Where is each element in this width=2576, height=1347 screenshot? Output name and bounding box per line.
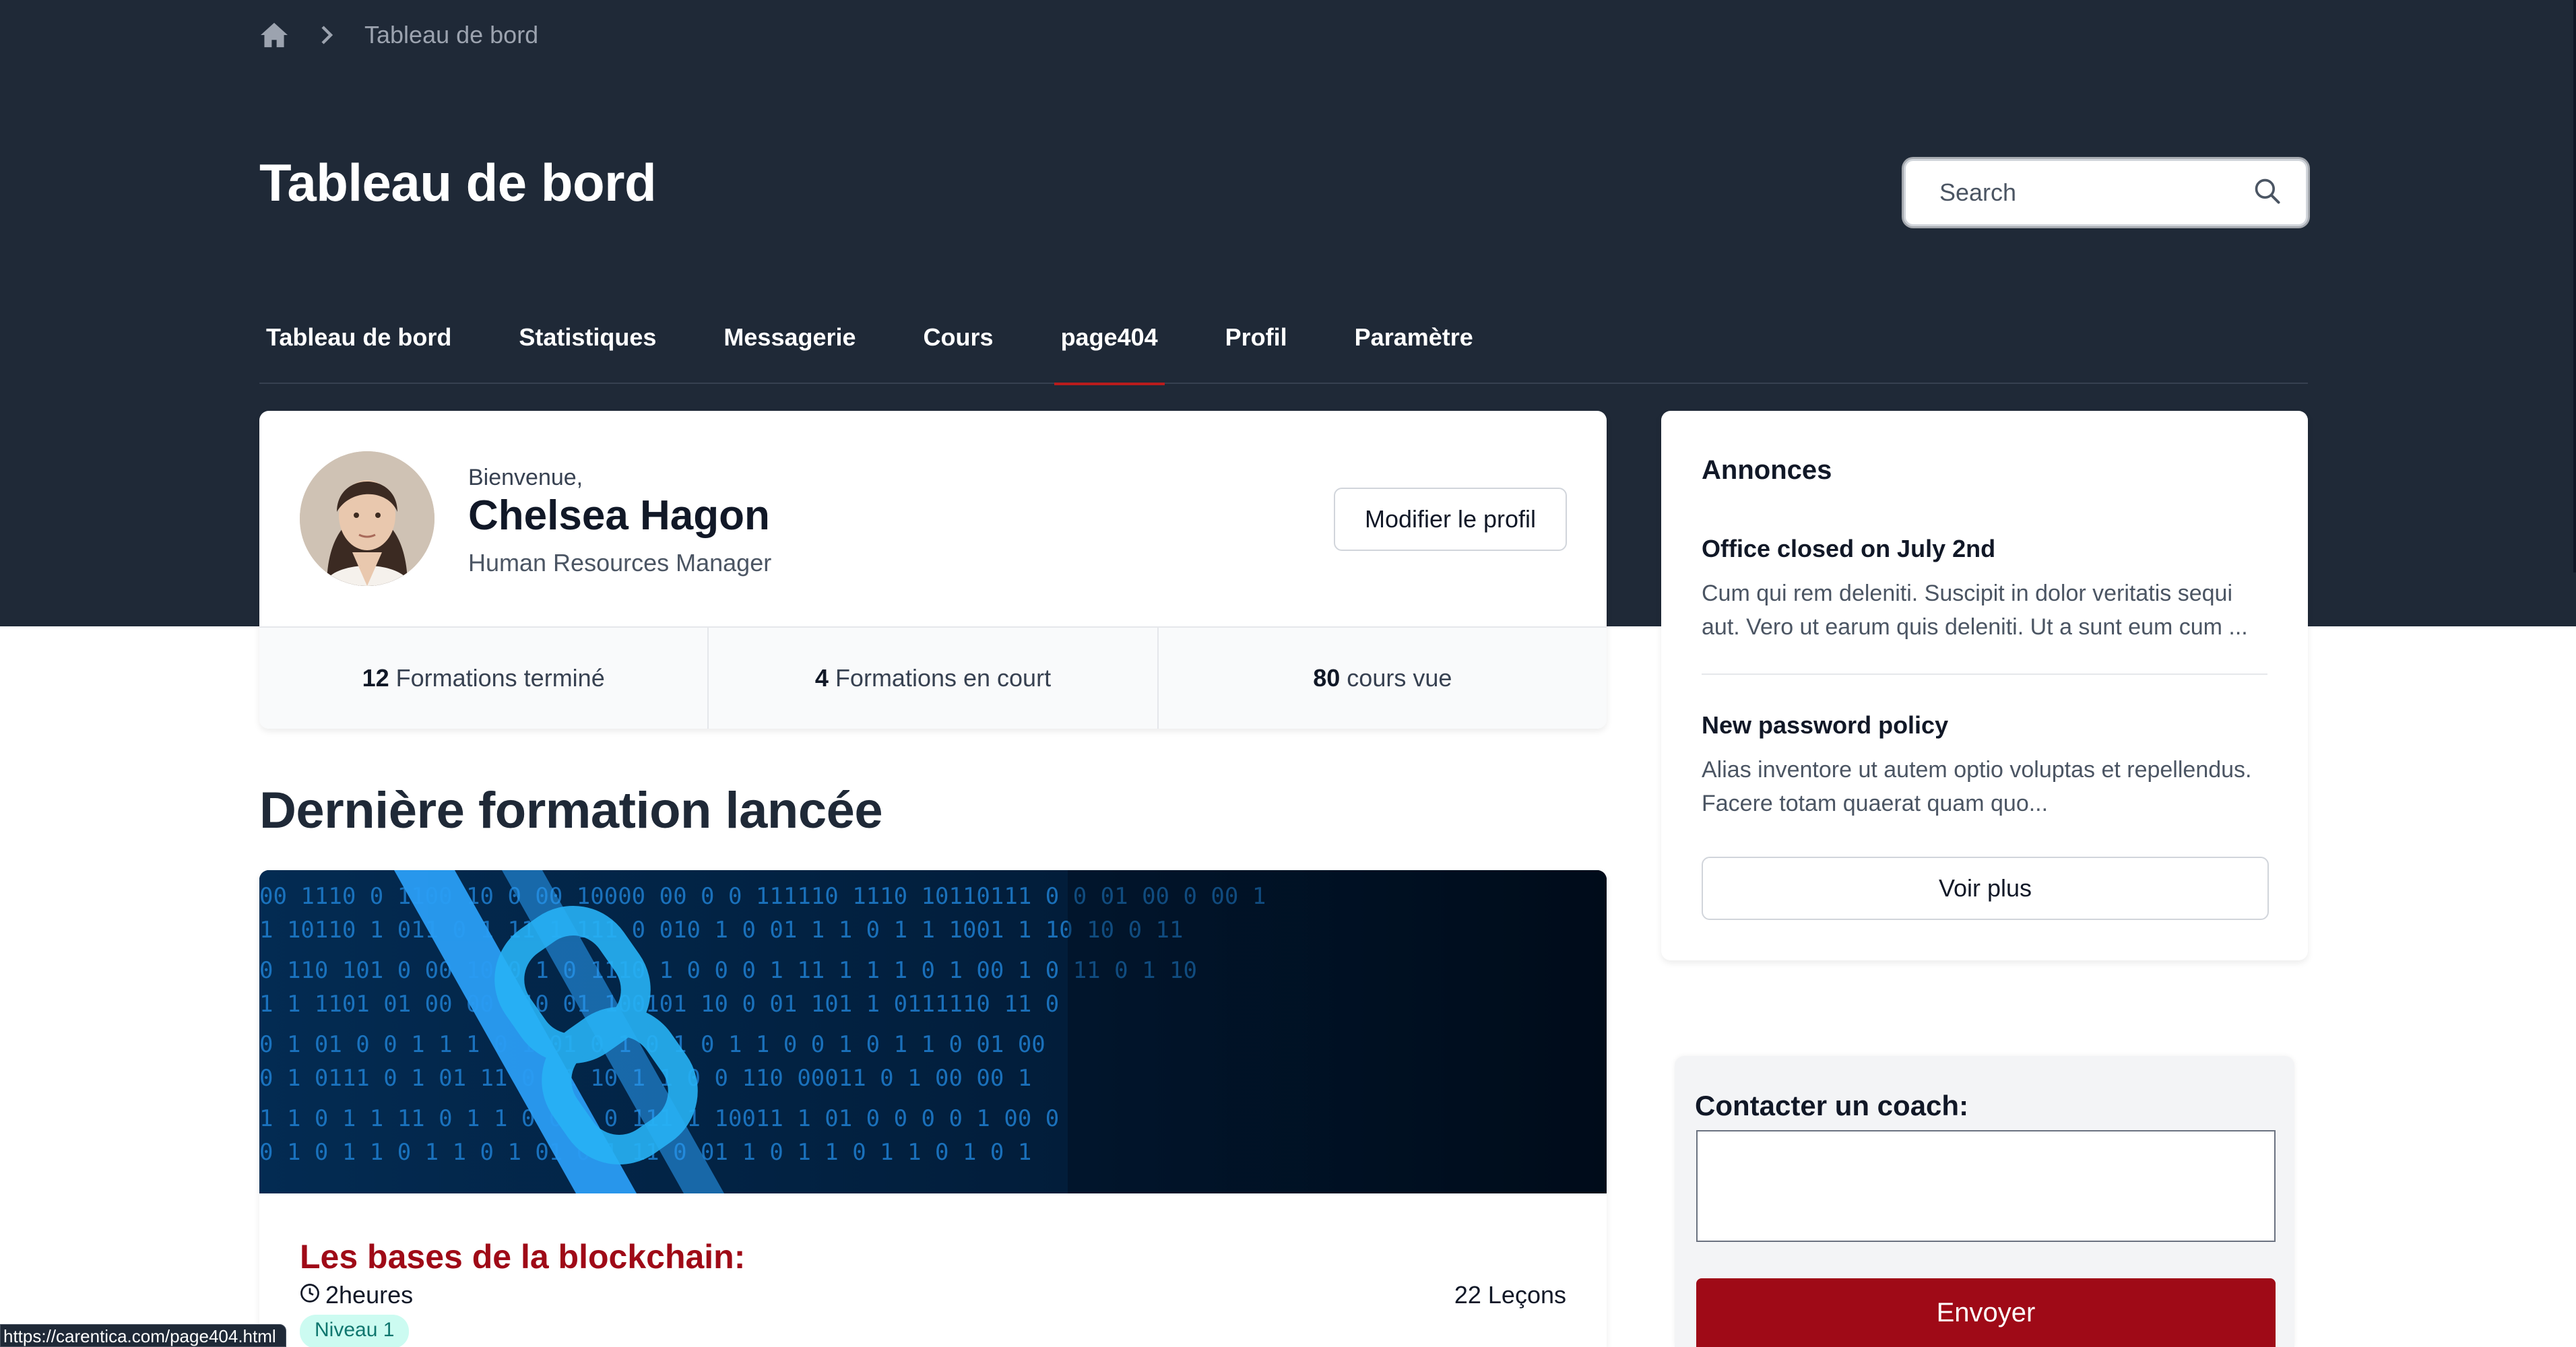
coach-message-field[interactable] xyxy=(1696,1130,2276,1242)
announcement-item[interactable]: Office closed on July 2nd Cum qui rem de… xyxy=(1702,535,2267,644)
tab-statistiques[interactable]: Statistiques xyxy=(519,317,656,384)
coach-label: Contacter un coach: xyxy=(1695,1090,1969,1121)
stat-label: cours vue xyxy=(1347,664,1452,692)
divider xyxy=(1702,674,2267,675)
welcome-text: Bienvenue, xyxy=(468,465,583,490)
svg-text:0 110 101 0 00 10 0 1 0 1110 1: 0 110 101 0 00 10 0 1 0 1110 1 0 0 0 1 1… xyxy=(259,957,1197,984)
main-nav: Tableau de bord Statistiques Messagerie … xyxy=(259,317,2308,385)
tab-cours[interactable]: Cours xyxy=(924,317,994,384)
edit-profile-button[interactable]: Modifier le profil xyxy=(1334,488,1567,551)
level-badge: Niveau 1 xyxy=(300,1315,410,1347)
announcement-title[interactable]: New password policy xyxy=(1702,711,2267,740)
page-title: Tableau de bord xyxy=(259,153,657,212)
announcements-heading: Annonces xyxy=(1702,455,1832,485)
stat-completed: 12 Formations terminé xyxy=(259,628,709,729)
avatar xyxy=(300,451,434,586)
stat-value: 4 xyxy=(814,664,829,692)
search-icon[interactable] xyxy=(2253,176,2282,209)
search-input[interactable] xyxy=(1939,178,2253,207)
breadcrumb-current[interactable]: Tableau de bord xyxy=(364,21,538,49)
profile-card: Bienvenue, Chelsea Hagon Human Resources… xyxy=(259,411,1607,729)
stat-viewed: 80 cours vue xyxy=(1159,628,1607,729)
user-role: Human Resources Manager xyxy=(468,549,772,577)
course-image: 00 1110 0 1100 10 0 00 10000 00 0 0 1111… xyxy=(259,870,1607,1193)
announcement-text: Alias inventore ut autem optio voluptas … xyxy=(1702,757,2252,816)
user-name: Chelsea Hagon xyxy=(468,492,770,539)
contact-coach-form: Contacter un coach: Envoyer xyxy=(1675,1056,2294,1347)
stat-value: 80 xyxy=(1313,664,1341,692)
course-duration-text: 2heures xyxy=(325,1281,414,1309)
announcements-card: Annonces Office closed on July 2nd Cum q… xyxy=(1661,411,2308,960)
send-button[interactable]: Envoyer xyxy=(1696,1278,2276,1347)
tab-parametre[interactable]: Paramètre xyxy=(1355,317,1473,384)
status-bar-url: https://carentica.com/page404.html xyxy=(0,1324,286,1347)
svg-text:1 1 1101 01 00 00 110 01 10010: 1 1 1101 01 00 00 110 01 100101 10 0 01 … xyxy=(259,991,1059,1018)
announcement-title[interactable]: Office closed on July 2nd xyxy=(1702,535,2267,563)
course-duration: 2heures xyxy=(300,1281,413,1309)
tab-page404[interactable]: page404 xyxy=(1054,317,1165,385)
search-box[interactable] xyxy=(1904,159,2308,226)
scrollbar[interactable] xyxy=(2573,0,2576,572)
course-card[interactable]: 00 1110 0 1100 10 0 00 10000 00 0 0 1111… xyxy=(259,870,1607,1347)
tab-messagerie[interactable]: Messagerie xyxy=(723,317,856,384)
chevron-right-icon xyxy=(320,26,333,44)
tab-profil[interactable]: Profil xyxy=(1225,317,1287,384)
course-lessons: 22 Leçons xyxy=(1454,1281,1566,1309)
home-icon[interactable] xyxy=(259,22,289,48)
clock-icon xyxy=(300,1281,320,1309)
stat-in-progress: 4 Formations en court xyxy=(709,628,1159,729)
announcement-text: Cum qui rem deleniti. Suscipit in dolor … xyxy=(1702,581,2248,640)
svg-text:1 10110 1 011 0 1 11 1 111: 1 10110 1 011 0 1 11 1 111 0 010 1 0 01 … xyxy=(259,917,1183,944)
stats-bar: 12 Formations terminé 4 Formations en co… xyxy=(259,626,1607,729)
stat-value: 12 xyxy=(362,664,389,692)
announcement-item[interactable]: New password policy Alias inventore ut a… xyxy=(1702,711,2267,820)
stat-label: Formations terminé xyxy=(395,664,605,692)
section-title: Dernière formation lancée xyxy=(259,782,883,839)
stat-label: Formations en court xyxy=(835,664,1052,692)
breadcrumb: Tableau de bord xyxy=(259,19,538,51)
see-more-button[interactable]: Voir plus xyxy=(1702,857,2269,920)
course-title[interactable]: Les bases de la blockchain: xyxy=(300,1237,745,1276)
tab-tableau-de-bord[interactable]: Tableau de bord xyxy=(266,317,451,384)
